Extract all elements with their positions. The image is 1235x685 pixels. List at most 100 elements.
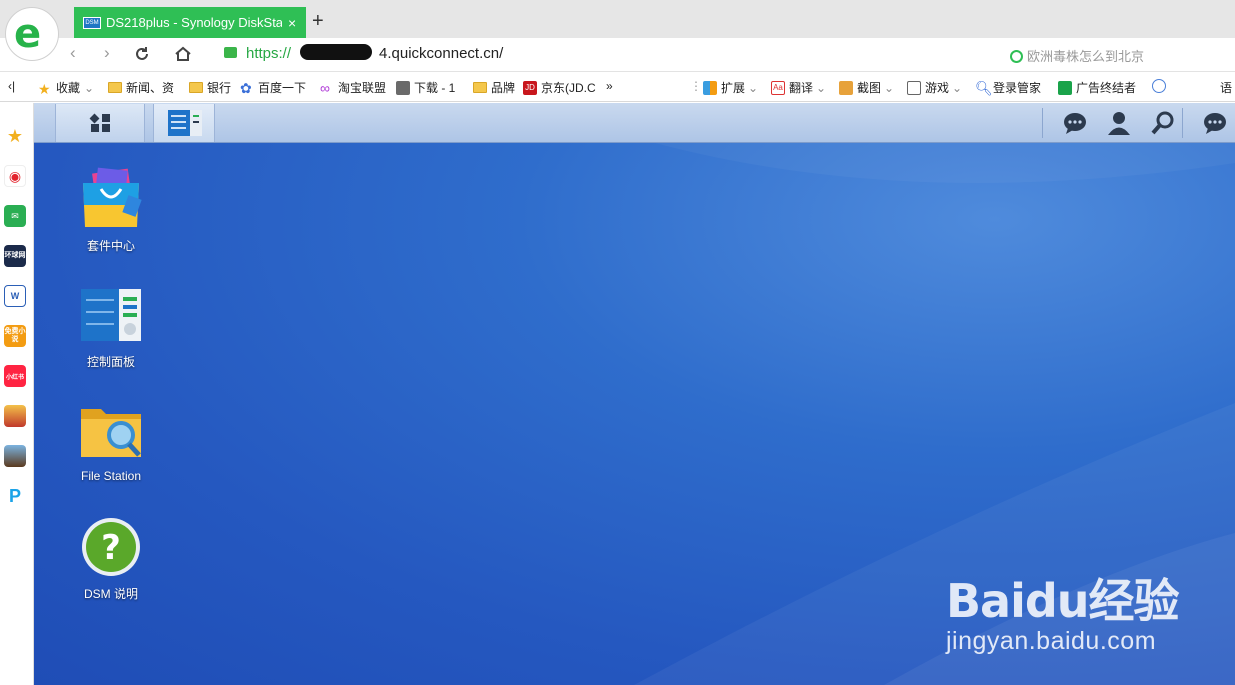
minus-icon bbox=[1152, 79, 1166, 93]
tool-label: 截图 bbox=[857, 81, 882, 95]
tool-label: 登录管家 bbox=[993, 81, 1042, 95]
url-field[interactable]: https:// 4.quickconnect.cn/ bbox=[246, 45, 503, 62]
extensions-menu[interactable]: 扩展 ⌄ bbox=[703, 79, 758, 96]
tool-label: 翻译 bbox=[789, 81, 814, 95]
bookmark-tail[interactable]: 语 bbox=[1220, 79, 1232, 96]
taskbar-divider bbox=[1042, 108, 1043, 138]
magnifier-key-icon: 🔍︎ bbox=[975, 79, 993, 96]
url-scheme: https:// bbox=[246, 45, 292, 62]
control-panel-icon bbox=[168, 110, 202, 136]
news-label: 环球网 bbox=[4, 252, 26, 259]
active-tab[interactable]: DSM DS218plus - Synology DiskStation × bbox=[74, 7, 306, 38]
forward-icon[interactable]: › bbox=[104, 43, 110, 63]
bookmark-label: 百度一下 bbox=[258, 81, 307, 95]
redbook-icon[interactable]: 小红书 bbox=[4, 365, 26, 387]
novel-label: 免费小说 bbox=[4, 328, 26, 343]
scissors-icon bbox=[839, 80, 853, 95]
extension-icon bbox=[703, 80, 717, 95]
search-hint[interactable]: 欧洲毒株怎么到北京 bbox=[1010, 46, 1144, 65]
chevron-down-icon: ⌄ bbox=[884, 80, 895, 95]
bookmarks-more-button[interactable]: » bbox=[606, 79, 613, 93]
bookmark-item[interactable]: ∞ 淘宝联盟 bbox=[320, 79, 386, 96]
star-icon: ★ bbox=[38, 80, 51, 97]
collapse-sidebar-button[interactable]: ‹| bbox=[8, 79, 15, 93]
bookmark-item[interactable]: 新闻、资 bbox=[108, 79, 174, 96]
grid-menu-icon bbox=[89, 113, 110, 132]
widgets-chat-icon[interactable] bbox=[1202, 110, 1228, 136]
taskbar-divider bbox=[1182, 108, 1183, 138]
dsm-favicon-icon: DSM bbox=[83, 16, 101, 29]
toolbar-divider: ⋮ bbox=[690, 79, 702, 93]
bookmark-label: 银行 bbox=[207, 81, 232, 95]
search-hint-text: 欧洲毒株怎么到北京 bbox=[1027, 49, 1145, 64]
user-icon[interactable] bbox=[1106, 110, 1132, 136]
pdf-icon[interactable]: P bbox=[4, 485, 26, 507]
tab-close-button[interactable]: × bbox=[288, 15, 296, 31]
bookmark-item[interactable]: 品牌 bbox=[473, 79, 515, 96]
shortcut-label: 控制面板 bbox=[86, 355, 135, 369]
bookmark-item[interactable]: JD 京东(JD.C bbox=[523, 79, 596, 96]
bookmark-label: 淘宝联盟 bbox=[338, 81, 387, 95]
alliance-icon: ∞ bbox=[320, 79, 330, 96]
bookmark-label: 品牌 bbox=[491, 81, 516, 95]
shortcut-label: 套件中心 bbox=[86, 239, 135, 253]
new-tab-button[interactable]: + bbox=[312, 10, 324, 33]
mail-icon[interactable]: ✉ bbox=[4, 205, 26, 227]
chevron-down-icon: ⌄ bbox=[748, 80, 759, 95]
favorites-star-icon[interactable]: ★ bbox=[4, 125, 26, 147]
search-icon[interactable] bbox=[1150, 110, 1176, 136]
weibo-icon[interactable]: ◉ bbox=[4, 165, 26, 187]
baidu-paw-icon: ✿ bbox=[240, 79, 252, 96]
word-icon[interactable]: W bbox=[4, 285, 26, 307]
minus-circle-icon[interactable] bbox=[1152, 79, 1170, 93]
dsm-help-shortcut[interactable]: ? DSM 说明 bbox=[56, 515, 166, 602]
home-icon[interactable] bbox=[174, 45, 192, 63]
favorites-menu[interactable]: ★ 收藏 ⌄ bbox=[38, 79, 95, 97]
folder-search-icon bbox=[79, 399, 143, 463]
file-station-shortcut[interactable]: File Station bbox=[56, 399, 166, 483]
shortcut-label: DSM 说明 bbox=[83, 587, 138, 601]
svg-text:?: ? bbox=[101, 528, 121, 568]
chevron-down-icon: ⌄ bbox=[952, 80, 963, 95]
folder-icon bbox=[473, 82, 487, 93]
control-panel-icon bbox=[79, 283, 143, 347]
bookmark-label: 京东(JD.C bbox=[541, 81, 596, 95]
login-manager-button[interactable]: 🔍︎ 登录管家 bbox=[975, 79, 1041, 96]
news-icon[interactable]: 环球网 bbox=[4, 245, 26, 267]
folder-icon bbox=[108, 82, 122, 93]
translate-icon: Aa bbox=[771, 80, 785, 95]
games-menu[interactable]: 游戏 ⌄ bbox=[907, 79, 962, 96]
screenshot-menu[interactable]: 截图 ⌄ bbox=[839, 79, 894, 96]
chevron-down-icon: ⌄ bbox=[84, 80, 95, 95]
bookmark-item[interactable]: 下载 - 1 bbox=[396, 79, 455, 96]
url-text: 4.quickconnect.cn/ bbox=[379, 45, 504, 62]
gamepad-icon bbox=[907, 80, 921, 95]
control-panel-shortcut[interactable]: 控制面板 bbox=[56, 283, 166, 370]
browser-logo-icon[interactable]: e bbox=[5, 7, 59, 61]
bookmark-item[interactable]: ✿ 百度一下 bbox=[240, 79, 306, 96]
game2-icon[interactable] bbox=[4, 445, 26, 467]
refresh-icon[interactable] bbox=[133, 45, 151, 63]
back-icon[interactable]: ‹ bbox=[70, 43, 76, 63]
adblock-button[interactable]: 广告终结者 bbox=[1058, 79, 1136, 96]
novel-icon[interactable]: 免费小说 bbox=[4, 325, 26, 347]
shortcut-label: File Station bbox=[80, 469, 142, 483]
control-panel-taskbar-button[interactable] bbox=[153, 104, 215, 142]
translate-menu[interactable]: Aa 翻译 ⌄ bbox=[771, 79, 826, 96]
bookmark-item[interactable]: 银行 bbox=[189, 79, 231, 96]
package-center-shortcut[interactable]: 套件中心 bbox=[56, 167, 166, 254]
secure-lock-icon bbox=[224, 47, 237, 58]
shopping-bag-icon bbox=[79, 167, 143, 231]
favorites-label: 收藏 bbox=[56, 81, 81, 95]
notification-chat-icon[interactable] bbox=[1062, 110, 1088, 136]
help-question-icon: ? bbox=[79, 515, 143, 579]
main-menu-button[interactable] bbox=[55, 104, 145, 142]
tool-label: 扩展 bbox=[721, 81, 746, 95]
tool-label: 游戏 bbox=[925, 81, 950, 95]
bookmark-label: 新闻、资 bbox=[126, 81, 175, 95]
folder-icon bbox=[189, 82, 203, 93]
baidu-jingyan-watermark: Baidu经验 jingyan.baidu.com bbox=[946, 565, 1180, 656]
bookmarks-bar bbox=[0, 72, 1235, 102]
game-icon[interactable] bbox=[4, 405, 26, 427]
tab-title: DS218plus - Synology DiskStation bbox=[106, 15, 282, 30]
